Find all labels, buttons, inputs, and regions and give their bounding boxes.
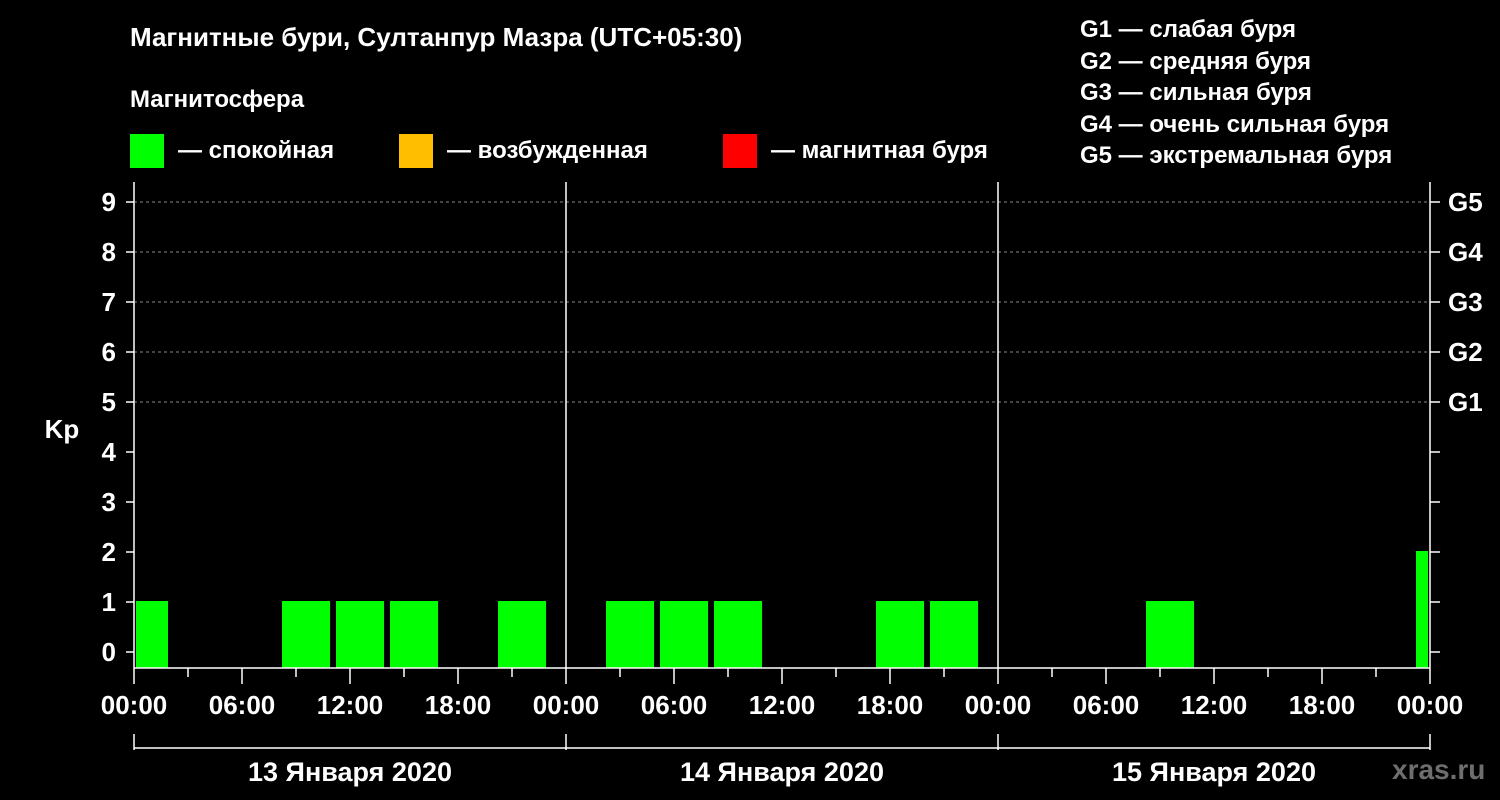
legend-swatch-calm xyxy=(130,134,164,168)
kp-bar xyxy=(1146,601,1195,668)
x-tick-label: 00:00 xyxy=(965,690,1032,720)
chart-title: Магнитные бури, Султанпур Мазра (UTC+05:… xyxy=(130,22,743,52)
x-tick-label: 00:00 xyxy=(1397,690,1464,720)
x-tick-label: 18:00 xyxy=(857,690,924,720)
kp-bar xyxy=(876,601,925,668)
storm-level-ticks: G1 G2 G3 G4 G5 xyxy=(1430,187,1483,653)
x-tick-label: 06:00 xyxy=(1073,690,1140,720)
y-tick-label: 6 xyxy=(102,337,116,367)
legend-swatch-excited xyxy=(399,134,433,168)
y-tick-label: 0 xyxy=(102,637,116,667)
y-tick-label: 3 xyxy=(102,487,116,517)
legend-swatch-storm xyxy=(723,134,757,168)
watermark: xras.ru xyxy=(1392,754,1486,785)
kp-bar xyxy=(606,601,655,668)
x-tick-label: 06:00 xyxy=(209,690,276,720)
storm-scale-g1: G1 — слабая буря xyxy=(1080,16,1297,43)
y-tick-label: 8 xyxy=(102,237,116,267)
kp-bar xyxy=(136,601,168,668)
kp-bar xyxy=(390,601,439,668)
legend-label-storm: — магнитная буря xyxy=(771,137,988,164)
y-ticks: 0 1 2 3 4 5 6 7 8 9 xyxy=(102,187,134,667)
day-label: 14 Января 2020 xyxy=(680,757,884,787)
kp-bar xyxy=(660,601,709,668)
x-tick-label: 12:00 xyxy=(1181,690,1248,720)
y-tick-label: 4 xyxy=(102,437,117,467)
storm-level-label: G4 xyxy=(1448,237,1483,267)
kp-bar xyxy=(714,601,763,668)
y-axis-label: Kp xyxy=(45,414,80,444)
storm-scale-legend: G1 — слабая буря G2 — средняя буря G3 — … xyxy=(1080,14,1392,172)
day-label: 15 Января 2020 xyxy=(1112,757,1316,787)
x-tick-label: 00:00 xyxy=(101,690,168,720)
storm-scale-g2: G2 — средняя буря xyxy=(1080,47,1311,75)
legend-item-calm: — спокойная xyxy=(130,134,334,168)
kp-bar xyxy=(930,601,979,668)
y-tick-label: 9 xyxy=(102,187,116,217)
kp-bar xyxy=(1416,551,1428,668)
x-tick-label: 06:00 xyxy=(641,690,708,720)
storm-scale-g4: G4 — очень сильная буря xyxy=(1080,110,1390,138)
legend-label-excited: — возбужденная xyxy=(447,137,648,164)
grid-lines xyxy=(134,201,1430,403)
x-ticks: 00:00 06:00 12:00 18:00 00:00 06:00 12:00 18:00… xyxy=(101,668,1464,720)
storm-level-label: G5 xyxy=(1448,187,1483,217)
legend-label-calm: — спокойная xyxy=(178,137,335,164)
legend-item-excited: — возбужденная xyxy=(399,134,648,168)
kp-bars xyxy=(136,551,1428,668)
x-tick-label: 00:00 xyxy=(533,690,600,720)
y-tick-label: 5 xyxy=(102,387,116,417)
x-tick-label: 18:00 xyxy=(425,690,492,720)
magnetosphere-heading: Магнитосфера xyxy=(130,86,305,113)
kp-bar xyxy=(282,601,331,668)
storm-level-label: G3 xyxy=(1448,287,1483,317)
axes xyxy=(133,182,1431,669)
y-tick-label: 2 xyxy=(102,537,116,567)
kp-bar xyxy=(498,601,547,668)
day-separators xyxy=(565,182,999,668)
x-tick-label: 12:00 xyxy=(749,690,816,720)
legend-item-storm: — магнитная буря xyxy=(723,134,988,168)
storm-level-label: G1 xyxy=(1448,387,1483,417)
kp-bar xyxy=(336,601,385,668)
storm-level-label: G2 xyxy=(1448,337,1483,367)
x-tick-label: 18:00 xyxy=(1289,690,1356,720)
storm-scale-g3: G3 — сильная буря xyxy=(1080,79,1312,106)
y-tick-label: 7 xyxy=(102,287,116,317)
day-label: 13 Января 2020 xyxy=(248,757,452,787)
day-axis: 13 Января 2020 14 Января 2020 15 Января 20… xyxy=(133,734,1431,787)
y-tick-label: 1 xyxy=(102,587,116,617)
x-tick-label: 12:00 xyxy=(317,690,384,720)
storm-scale-g5: G5 — экстремальная буря xyxy=(1080,142,1393,169)
